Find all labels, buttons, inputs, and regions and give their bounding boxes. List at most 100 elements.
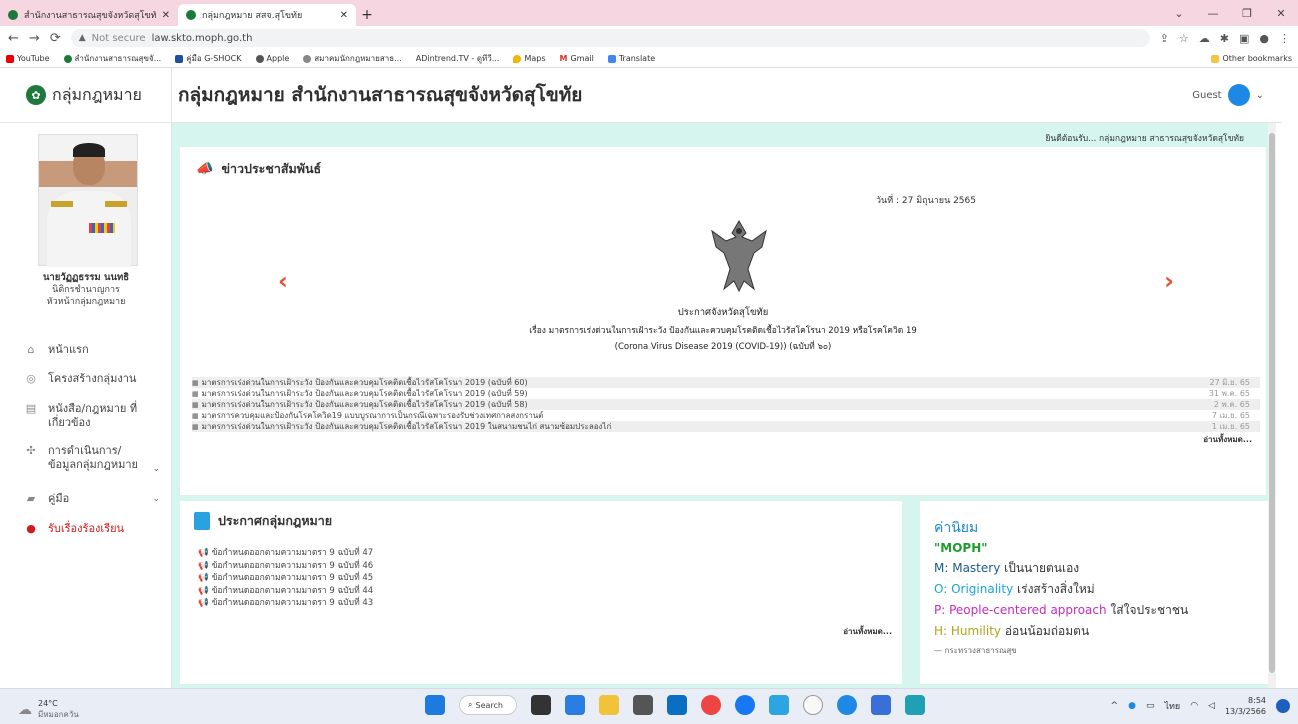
slide-next-arrow[interactable]: › (1164, 267, 1174, 295)
values-title: ค่านิยม (934, 520, 979, 536)
sidebar-item-complaints[interactable]: ● รับเรื่องร้องเรียน (0, 514, 172, 544)
puzzle-icon[interactable]: ✱ (1220, 32, 1229, 45)
sidebar-item-operations[interactable]: ✣ การดำเนินการ/ข้อมูลกลุ่มกฎหมาย ⌄ (0, 436, 172, 484)
widgets-icon[interactable] (565, 695, 585, 715)
slide-line-1: เรื่อง มาตรการเร่งด่วนในการเฝ้าระวัง ป้อ… (529, 326, 917, 336)
law-header: ประกาศกลุ่มกฎหมาย (194, 511, 332, 531)
bookmark-item[interactable]: Apple (255, 54, 289, 63)
close-tab-icon[interactable]: ✕ (340, 10, 348, 21)
bookmark-item[interactable]: Translate (607, 54, 655, 63)
sidepanel-icon[interactable]: ▣ (1239, 32, 1249, 45)
edge-icon[interactable] (837, 695, 857, 715)
bookmark-item[interactable]: M Gmail (560, 54, 594, 63)
apple-icon (255, 54, 264, 63)
site-favicon-icon (8, 10, 18, 20)
list-item[interactable]: 📢 ข้อกำหนดออกตามความมาตรา 9 ฉบับที่ 43 (198, 597, 373, 610)
teams-icon[interactable] (769, 695, 789, 715)
user-name: Guest (1192, 89, 1222, 101)
logo-text: กลุ่มกฎหมาย (52, 84, 142, 104)
windows-start-icon[interactable] (425, 695, 445, 715)
sidebar-menu: ⌂ หน้าแรก ◎ โครงสร้างกลุ่มงาน ▤ หนังสือ/… (0, 334, 172, 544)
close-window-button[interactable]: ✕ (1264, 0, 1298, 26)
taskbar-apps: ⌕ Search (425, 695, 925, 715)
system-tray: ^ ● ▭ ไทย ◠ ◁ 8:54 13/3/2566 (1111, 695, 1290, 717)
new-tab-button[interactable]: + (356, 4, 378, 26)
other-bookmarks[interactable]: Other bookmarks (1211, 54, 1292, 63)
law-announcements-panel: ประกาศกลุ่มกฎหมาย 📢 ข้อกำหนดออกตามความมาต… (180, 501, 902, 684)
sidebar-item-manual[interactable]: ▰ คู่มือ ⌄ (0, 484, 172, 514)
language-indicator[interactable]: ไทย (1164, 699, 1180, 713)
values-panel: ค่านิยม "MOPH" M: Mastery เป็นนายตนเอง O… (920, 501, 1268, 684)
bookmark-item[interactable]: YouTube (6, 54, 50, 63)
document-icon: ▦ (192, 378, 199, 387)
slide-prev-arrow[interactable]: ‹ (278, 267, 288, 295)
site-logo[interactable]: ✿ กลุ่มกฎหมาย (0, 68, 171, 123)
taskbar-search[interactable]: ⌕ Search (459, 695, 517, 715)
document-icon: ▦ (192, 400, 199, 409)
chevron-up-icon[interactable]: ^ (1111, 701, 1119, 711)
chevron-down-icon: ⌄ (152, 494, 160, 504)
weather-widget[interactable]: ☁ 24°C มีหมอกควัน (18, 699, 79, 721)
sidebar-item-laws[interactable]: ▤ หนังสือ/กฎหมาย ที่เกี่ยวข้อง (0, 392, 172, 436)
page-scrollbar[interactable] (1268, 123, 1276, 688)
messenger-icon[interactable] (735, 695, 755, 715)
tab-search-icon[interactable]: ⌄ (1162, 0, 1196, 26)
values-acronym: "MOPH" (934, 541, 988, 555)
person-name: นายวัฏฏธรรม นนทธิ (42, 272, 130, 283)
store-icon[interactable] (633, 695, 653, 715)
sidebar-item-home[interactable]: ⌂ หน้าแรก (0, 334, 172, 366)
avatar (1227, 84, 1250, 106)
bookmark-item[interactable]: ADintrend.TV - ดูทีวี... (416, 52, 500, 65)
translate-icon (607, 54, 616, 63)
list-item[interactable]: 📢 ข้อกำหนดออกตามความมาตรา 9 ฉบับที่ 46 (198, 560, 373, 573)
gmail-icon: M (559, 54, 568, 63)
app-icon[interactable] (803, 695, 823, 715)
home-icon: ⌂ (27, 343, 35, 356)
file-explorer-icon[interactable] (599, 695, 619, 715)
browser-tab[interactable]: สำนักงานสาธารณสุขจังหวัดสุโขทัย ✕ (0, 4, 178, 26)
back-icon[interactable]: ← (8, 31, 19, 46)
list-item[interactable]: 📢 ข้อกำหนดออกตามความมาตรา 9 ฉบับที่ 47 (198, 547, 373, 560)
profile-icon[interactable]: ● (1259, 32, 1269, 45)
volume-icon[interactable]: ◁ (1208, 701, 1215, 711)
menu-kebab-icon[interactable]: ⋮ (1279, 32, 1290, 45)
wifi-icon[interactable]: ◠ (1190, 701, 1198, 711)
minimize-button[interactable]: — (1196, 0, 1230, 26)
task-view-icon[interactable] (531, 695, 551, 715)
folder-icon (1211, 54, 1220, 63)
reload-icon[interactable]: ⟳ (50, 31, 61, 46)
value-line: H: Humility อ่อนน้อมถ่อมตน (934, 624, 1090, 638)
forward-icon[interactable]: → (29, 31, 40, 46)
list-item[interactable]: ▦ มาตรการเร่งด่วนในการเฝ้าระวัง ป้องกันแล… (192, 421, 1260, 432)
news-panel: 📣 ข่าวประชาสัมพันธ์ วันที่ : 27 มิถุนายน… (180, 147, 1266, 495)
app-icon[interactable] (905, 695, 925, 715)
notification-icon[interactable] (1276, 699, 1290, 713)
calendar-icon[interactable] (871, 695, 891, 715)
sidebar-item-structure[interactable]: ◎ โครงสร้างกลุ่มงาน (0, 366, 172, 392)
close-tab-icon[interactable]: ✕ (162, 10, 170, 21)
news-read-all-link[interactable]: อ่านทั้งหมด... (1203, 433, 1252, 446)
document-icon: ▦ (192, 411, 199, 420)
bookmark-item[interactable]: สมาคมนักกฎหมายสาธ... (303, 52, 402, 65)
outlook-icon[interactable] (667, 695, 687, 715)
document-icon: ▦ (192, 389, 199, 398)
bookmark-item[interactable]: สำนักงานสาธารณสุขจั... (63, 52, 161, 65)
address-bar[interactable]: ▲ Not secure law.skto.moph.go.th (70, 29, 1150, 47)
chrome-icon[interactable] (701, 695, 721, 715)
list-item[interactable]: 📢 ข้อกำหนดออกตามความมาตรา 9 ฉบับที่ 44 (198, 585, 373, 598)
clock[interactable]: 8:54 13/3/2566 (1225, 695, 1266, 717)
bookmark-item[interactable]: คู่มือ G-SHOCK (175, 52, 242, 65)
restore-button[interactable]: ❐ (1230, 0, 1264, 26)
share-icon[interactable]: ⇪ (1160, 32, 1169, 45)
law-title: ประกาศกลุ่มกฎหมาย (218, 513, 333, 528)
warning-icon: ▲ (78, 33, 86, 43)
list-item[interactable]: 📢 ข้อกำหนดออกตามความมาตรา 9 ฉบับที่ 45 (198, 572, 373, 585)
user-menu[interactable]: Guest ⌄ (1192, 84, 1264, 106)
bookmark-item[interactable]: Maps (513, 54, 546, 63)
bookmark-star-icon[interactable]: ☆ (1179, 32, 1189, 45)
extension-icon[interactable]: ☁ (1199, 32, 1210, 45)
law-read-all-link[interactable]: อ่านทั้งหมด... (843, 625, 892, 638)
onedrive-icon[interactable]: ● (1128, 701, 1136, 711)
browser-tab-active[interactable]: กลุ่มกฎหมาย สสจ.สุโขทัย ✕ (178, 4, 356, 26)
keyboard-icon[interactable]: ▭ (1146, 701, 1155, 711)
